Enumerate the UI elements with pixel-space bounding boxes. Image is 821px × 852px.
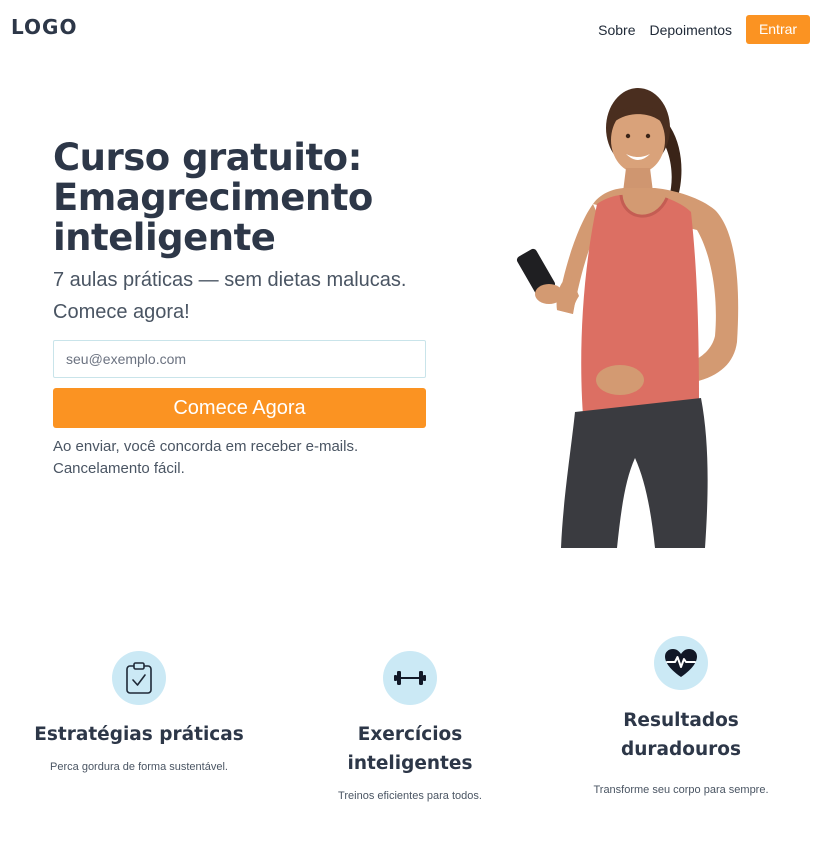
logo[interactable]: LOGO (11, 15, 77, 39)
feature-title: Resultados duradouros (621, 710, 741, 760)
hero-title-line: Emagrecimento (53, 176, 373, 219)
clipboard-check-icon (112, 651, 166, 705)
feature-title: Exercícios inteligentes (347, 724, 473, 774)
nav-link-sobre[interactable]: Sobre (598, 16, 635, 44)
feature-card: Estratégias práticas Perca gordura de fo… (29, 651, 249, 773)
feature-card: Exercícios inteligentes Treinos eficient… (295, 651, 525, 802)
hero-title-line: Curso gratuito: (53, 136, 362, 179)
nav-link-depoimentos[interactable]: Depoimentos (650, 16, 733, 44)
site-header: LOGO Sobre Depoimentos Entrar (0, 0, 821, 60)
feature-description: Transforme seu corpo para sempre. (593, 784, 769, 796)
consent-disclaimer: Ao enviar, você concorda em receber e-ma… (53, 438, 359, 477)
dumbbell-icon (383, 651, 437, 705)
heart-pulse-icon (654, 636, 708, 690)
feature-description: Perca gordura de forma sustentável. (50, 761, 228, 773)
hero-subtitle: 7 aulas práticas — sem dietas malucas. C… (53, 269, 407, 323)
email-input[interactable] (53, 340, 426, 378)
start-now-button[interactable]: Comece Agora (53, 388, 426, 428)
feature-description: Treinos eficientes para todos. (338, 790, 482, 802)
login-button[interactable]: Entrar (746, 15, 810, 44)
feature-title: Estratégias práticas (34, 724, 244, 745)
hero-title-line: inteligente (53, 216, 276, 259)
feature-card: Resultados duradouros Transforme seu cor… (586, 636, 776, 796)
top-nav: Sobre Depoimentos Entrar (598, 15, 810, 44)
hero-title: Curso gratuito: Emagrecimento inteligent… (53, 138, 473, 258)
hero-photo (516, 88, 739, 548)
